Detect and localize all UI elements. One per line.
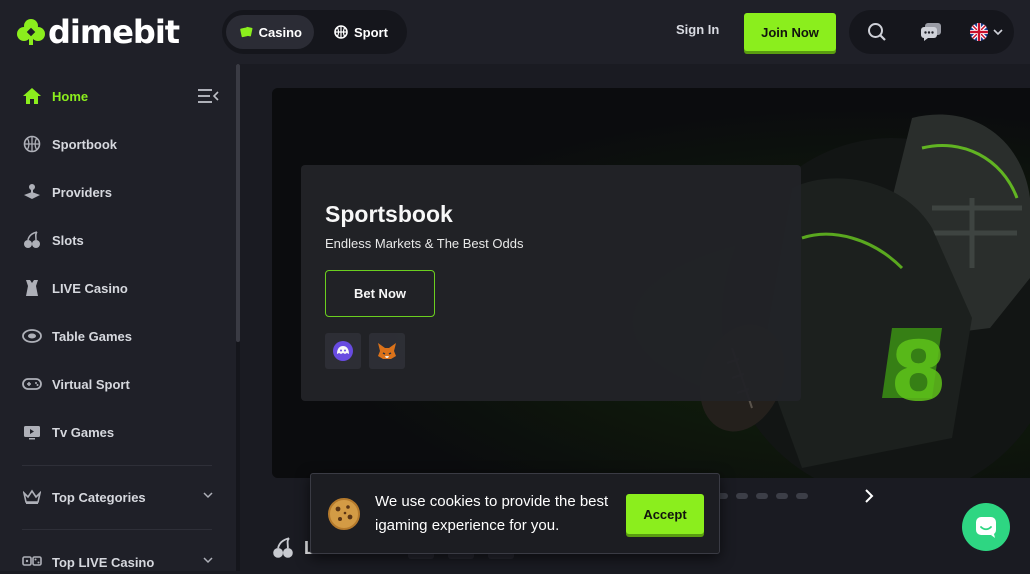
sidebar-item-table-games[interactable]: Table Games <box>22 324 217 348</box>
chevron-down-icon <box>993 29 1003 36</box>
language-selector[interactable] <box>969 20 1007 44</box>
sidebar-item-label: Home <box>52 88 89 104</box>
pagination-dot[interactable] <box>736 493 748 499</box>
sidebar-item-label: Sportbook <box>52 136 117 152</box>
dealer-icon <box>22 278 42 298</box>
chat-icon <box>976 517 996 538</box>
pagination-dot[interactable] <box>796 493 808 499</box>
brand-name: dimebit <box>48 13 180 51</box>
sidebar-item-live-casino[interactable]: LIVE Casino <box>22 276 217 300</box>
sidebar: Home Sportbook Providers Slots LIVE Casi… <box>0 64 240 571</box>
sidebar-divider <box>22 529 212 530</box>
cookie-consent: We use cookies to provide the best igami… <box>310 473 720 554</box>
chevron-down-icon <box>203 492 213 499</box>
crown-icon <box>22 487 42 507</box>
gamepad-icon <box>22 374 42 394</box>
joystick-icon <box>22 182 42 202</box>
uk-flag-icon <box>970 23 988 41</box>
sidebar-item-sportbook[interactable]: Sportbook <box>22 132 217 156</box>
game-type-switch: Casino Sport <box>222 10 407 54</box>
basketball-icon <box>334 25 348 39</box>
join-now-button[interactable]: Join Now <box>744 13 836 51</box>
dice-icon <box>22 552 42 572</box>
sidebar-section-top-categories[interactable]: Top Categories <box>22 485 217 509</box>
search-button[interactable] <box>865 20 889 44</box>
chevron-down-icon <box>203 557 213 564</box>
tab-casino[interactable]: Casino <box>226 15 314 49</box>
search-icon <box>868 23 886 41</box>
pagination-dot[interactable] <box>756 493 768 499</box>
top-bar: dimebit Casino Sport Sign In Join Now <box>0 0 1030 64</box>
logo[interactable]: dimebit <box>16 13 180 51</box>
tv-icon <box>22 422 42 442</box>
sidebar-divider <box>22 465 212 466</box>
sidebar-item-label: Tv Games <box>52 424 115 440</box>
banner-title: Sportsbook <box>325 201 453 227</box>
cherry-icon <box>273 537 293 558</box>
sidebar-item-label: Virtual Sport <box>52 376 130 392</box>
tab-sport[interactable]: Sport <box>320 15 402 49</box>
sidebar-item-providers[interactable]: Providers <box>22 180 217 204</box>
cards-icon <box>240 26 253 38</box>
sidebar-section-top-live-casino[interactable]: Top LIVE Casino <box>22 550 217 574</box>
sidebar-section-label: Top Categories <box>52 489 146 505</box>
home-icon <box>22 86 42 106</box>
svg-text:8: 8 <box>890 325 947 420</box>
sidebar-item-label: Slots <box>52 232 84 248</box>
cherry-icon <box>22 230 42 250</box>
cookie-icon <box>328 498 360 530</box>
sidebar-item-virtual-sport[interactable]: Virtual Sport <box>22 372 217 396</box>
sidebar-section-label: Top LIVE Casino <box>52 554 155 570</box>
coin-badge <box>325 333 361 369</box>
club-logo-icon <box>17 19 45 45</box>
sidebar-item-slots[interactable]: Slots <box>22 228 217 252</box>
banner-subtitle: Endless Markets & The Best Odds <box>325 236 524 251</box>
table-icon <box>22 326 42 346</box>
sidebar-item-tv-games[interactable]: Tv Games <box>22 420 217 444</box>
bet-now-button[interactable]: Bet Now <box>325 270 435 317</box>
header-tools <box>849 10 1014 54</box>
sidebar-item-label: Table Games <box>52 328 132 344</box>
metamask-fox-icon <box>378 343 396 359</box>
sidebar-item-label: Providers <box>52 184 112 200</box>
accept-cookies-button[interactable]: Accept <box>626 494 704 534</box>
chat-bubbles-icon <box>921 23 941 41</box>
sign-in-link[interactable]: Sign In <box>676 22 719 37</box>
chat-button[interactable] <box>919 20 943 44</box>
ghost-coin-icon <box>333 341 353 361</box>
sidebar-item-home[interactable]: Home <box>22 84 217 108</box>
coin-badge <box>369 333 405 369</box>
support-chat-button[interactable] <box>962 503 1010 551</box>
cookie-message: We use cookies to provide the best igami… <box>375 493 609 534</box>
pagination-dot[interactable] <box>776 493 788 499</box>
tab-sport-label: Sport <box>354 24 388 40</box>
tab-casino-label: Casino <box>258 24 302 40</box>
chevron-right-icon[interactable] <box>862 488 876 504</box>
banner-card: Sportsbook Endless Markets & The Best Od… <box>301 165 801 401</box>
sidebar-item-label: LIVE Casino <box>52 280 128 296</box>
basketball-icon <box>22 134 42 154</box>
